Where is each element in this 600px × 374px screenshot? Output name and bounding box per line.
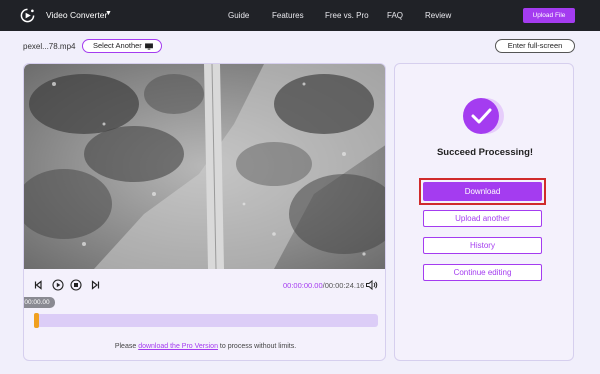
pro-version-note: Please download the Pro Version to proce…: [24, 343, 385, 350]
next-frame-icon[interactable]: [89, 279, 101, 291]
nav-free-vs-pro[interactable]: Free vs. Pro: [325, 11, 369, 20]
play-icon[interactable]: [52, 279, 64, 291]
current-time: 00:00:00.00: [283, 281, 323, 290]
timeline-handle[interactable]: [34, 313, 39, 328]
file-name: pexel...78.mp4: [23, 42, 76, 51]
nav-guide[interactable]: Guide: [228, 11, 249, 20]
select-another-button[interactable]: Select Another: [82, 39, 162, 53]
download-pro-link[interactable]: download the Pro Version: [138, 343, 218, 350]
note-before: Please: [114, 343, 139, 350]
chevron-down-icon[interactable]: ▼: [105, 10, 112, 17]
duration: /00:00:24.16: [322, 281, 365, 290]
stop-icon[interactable]: [70, 279, 82, 291]
history-button[interactable]: History: [423, 237, 542, 254]
enter-fullscreen-button[interactable]: Enter full-screen: [495, 39, 575, 53]
nav-review[interactable]: Review: [425, 11, 451, 20]
timeline-time-badge: 00:00:00.00: [24, 297, 55, 308]
video-preview[interactable]: [24, 64, 386, 269]
nav-features[interactable]: Features: [272, 11, 304, 20]
app-name-menu[interactable]: Video Converter: [46, 10, 107, 20]
note-after: to process without limits.: [217, 343, 297, 350]
success-title: Succeed Processing!: [436, 147, 534, 158]
checkmark-icon: [463, 98, 504, 134]
result-panel: Succeed Processing! Download Upload anot…: [394, 63, 574, 361]
top-navigation-bar: Video Converter ▼ Guide Features Free vs…: [0, 0, 600, 31]
upload-another-button[interactable]: Upload another: [423, 210, 542, 227]
volume-icon[interactable]: [365, 279, 378, 291]
monitor-icon: [145, 43, 153, 50]
continue-editing-button[interactable]: Continue editing: [423, 264, 542, 281]
upload-file-button[interactable]: Upload File: [523, 8, 575, 23]
timeline-track[interactable]: [34, 314, 378, 327]
video-player-panel: 00:00:00.00/00:00:24.16 00:00:00.00 Plea…: [23, 63, 386, 361]
play-logo-icon[interactable]: [20, 8, 35, 23]
download-button[interactable]: Download: [423, 182, 542, 201]
nav-faq[interactable]: FAQ: [387, 11, 403, 20]
previous-frame-icon[interactable]: [33, 279, 45, 291]
playback-time: 00:00:00.00/00:00:24.16: [283, 281, 364, 290]
select-another-label: Select Another: [93, 41, 142, 50]
